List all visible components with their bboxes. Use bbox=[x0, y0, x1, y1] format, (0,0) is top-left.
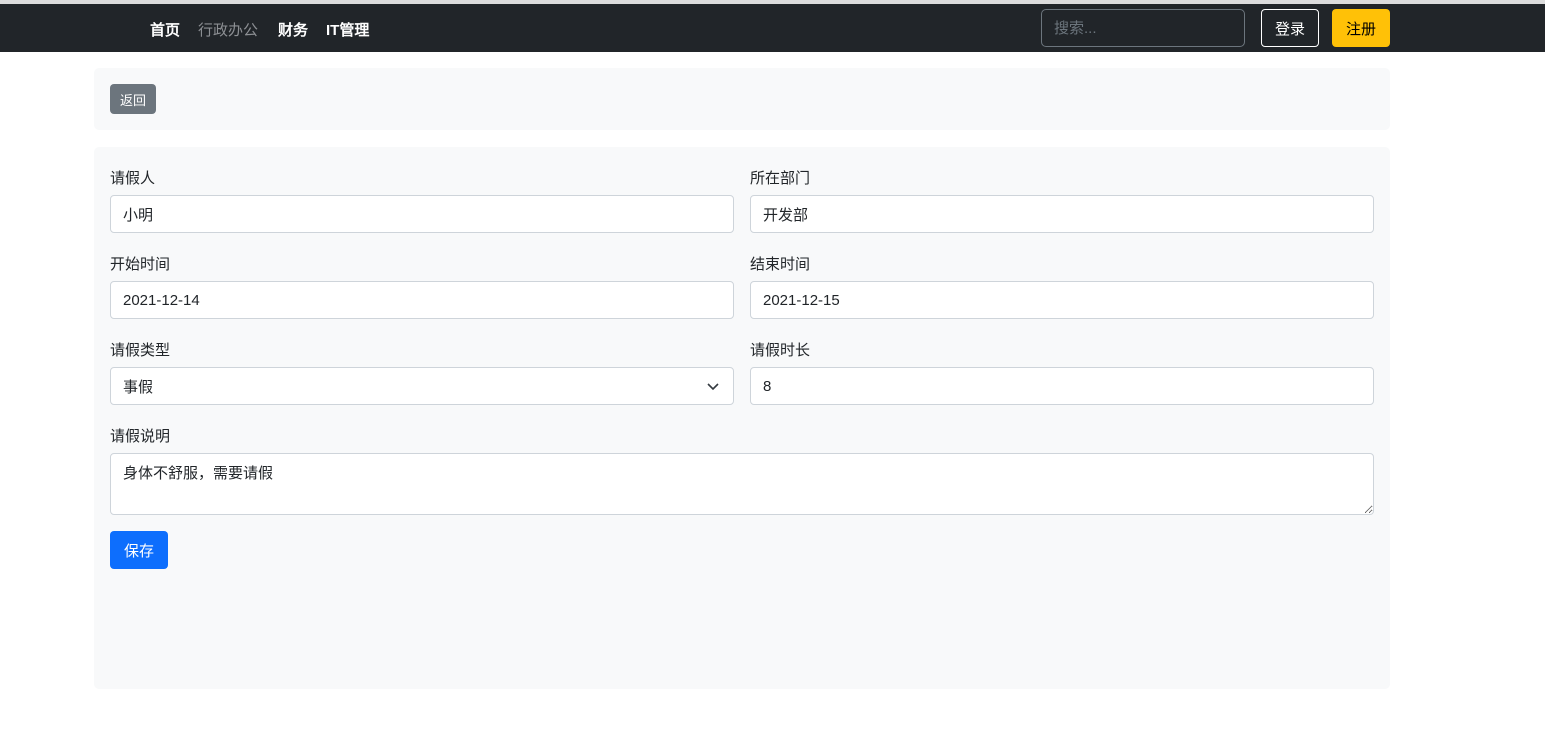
nav-home[interactable]: 首页 bbox=[150, 19, 180, 40]
desc-label: 请假说明 bbox=[110, 428, 171, 445]
chevron-down-icon bbox=[707, 383, 719, 391]
dept-input[interactable]: 开发部 bbox=[750, 195, 1374, 233]
end-date-input[interactable]: 2021-12-15 bbox=[750, 281, 1374, 319]
back-button[interactable]: 返回 bbox=[110, 84, 156, 114]
login-button[interactable]: 登录 bbox=[1261, 9, 1319, 47]
search-input[interactable] bbox=[1041, 9, 1245, 47]
leave-type-select[interactable]: 事假 bbox=[110, 367, 734, 405]
type-label: 请假类型 bbox=[110, 342, 171, 359]
leave-form: 请假人 小明 所在部门 开发部 开始时间 2021-12-14 结束时间 202… bbox=[94, 147, 1390, 689]
nav-finance[interactable]: 财务 bbox=[278, 19, 308, 40]
nav-admin-office[interactable]: 行政办公 bbox=[198, 19, 258, 40]
start-date-input[interactable]: 2021-12-14 bbox=[110, 281, 734, 319]
nav-it-management[interactable]: IT管理 bbox=[326, 19, 369, 40]
navbar: 首页 行政办公 财务 IT管理 登录 注册 bbox=[0, 4, 1545, 52]
register-button[interactable]: 注册 bbox=[1332, 9, 1390, 47]
save-button[interactable]: 保存 bbox=[110, 531, 168, 569]
dept-label: 所在部门 bbox=[750, 170, 811, 187]
applicant-label: 请假人 bbox=[110, 170, 156, 187]
toolbar-panel: 返回 bbox=[94, 68, 1390, 130]
desc-textarea[interactable]: 身体不舒服，需要请假 bbox=[110, 453, 1374, 515]
duration-input[interactable]: 8 bbox=[750, 367, 1374, 405]
start-label: 开始时间 bbox=[110, 256, 171, 273]
duration-label: 请假时长 bbox=[750, 342, 811, 359]
end-label: 结束时间 bbox=[750, 256, 811, 273]
applicant-input[interactable]: 小明 bbox=[110, 195, 734, 233]
leave-type-value: 事假 bbox=[123, 378, 154, 396]
